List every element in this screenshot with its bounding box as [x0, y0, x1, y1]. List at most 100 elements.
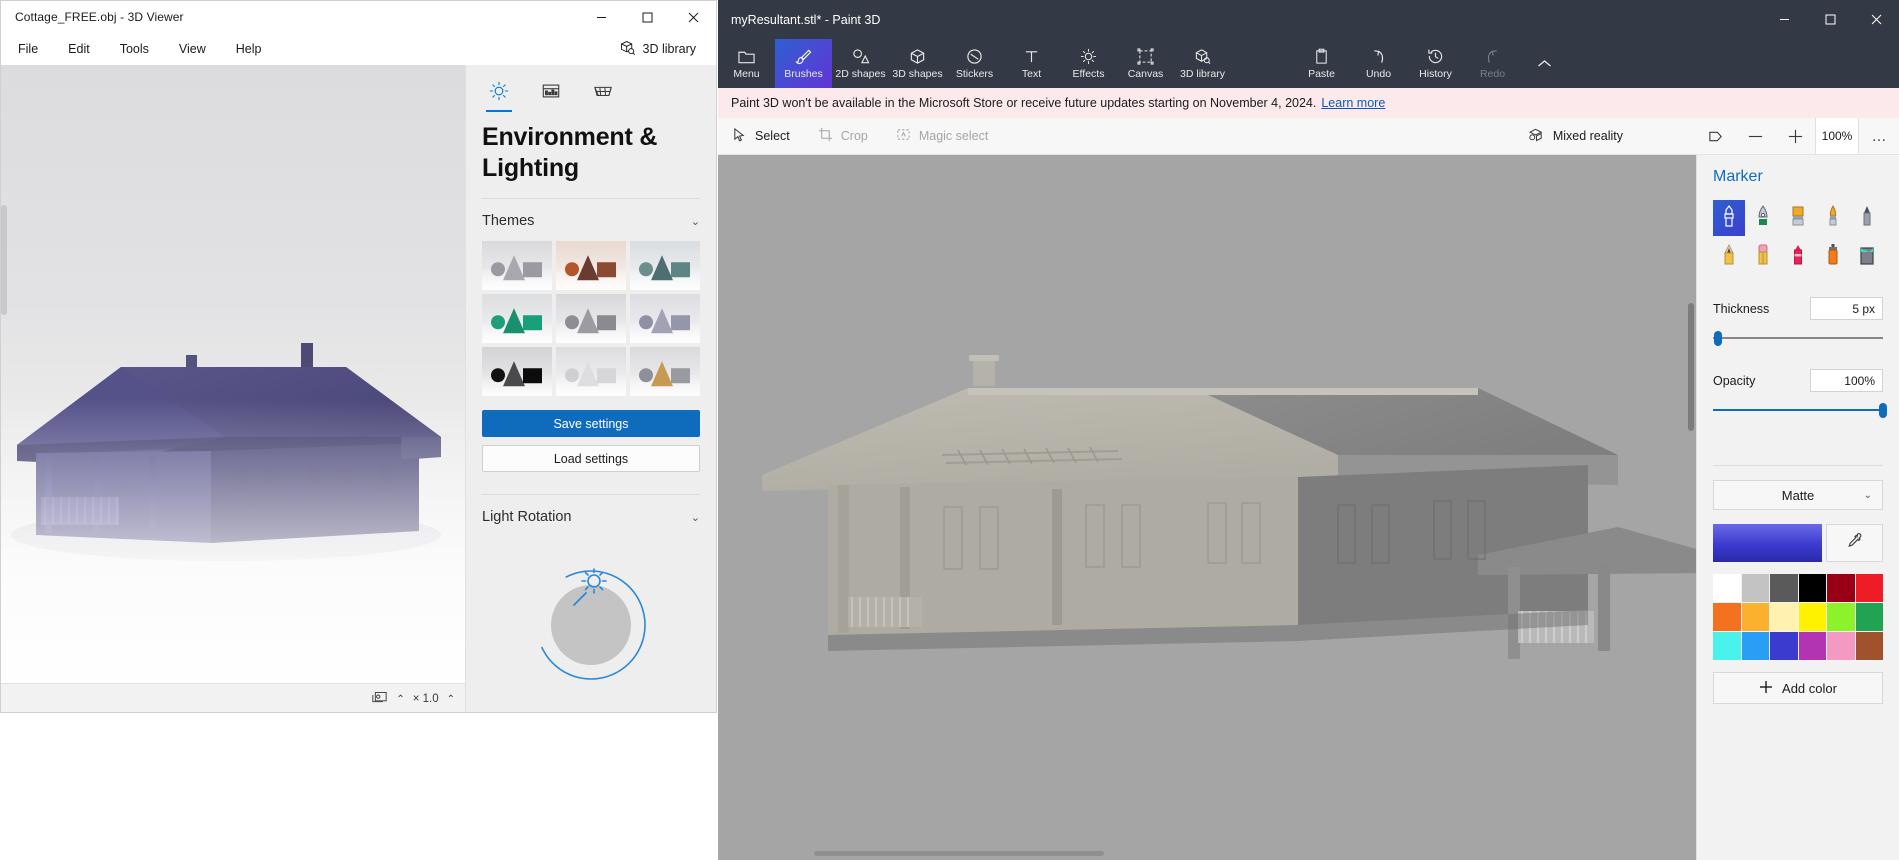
color-swatch-13[interactable] [1741, 632, 1769, 660]
theme-lavender[interactable] [630, 294, 700, 343]
thickness-value[interactable]: 5 px [1810, 297, 1883, 320]
viewer-close-button[interactable] [670, 1, 716, 33]
color-swatch-8[interactable] [1770, 603, 1798, 631]
history-button[interactable]: History [1407, 39, 1464, 88]
library3d-button[interactable]: 3D library [1174, 39, 1231, 88]
color-swatch-9[interactable] [1798, 603, 1826, 631]
canvas-vertical-scrollbar[interactable] [1688, 303, 1694, 431]
canvas-horizontal-scrollbar[interactable] [814, 851, 1104, 856]
theme-sunset[interactable] [556, 241, 626, 290]
load-settings-button[interactable]: Load settings [482, 445, 700, 472]
brushes-button[interactable]: Brushes [775, 39, 832, 88]
pixel-pen[interactable] [1851, 200, 1883, 236]
opacity-slider[interactable] [1713, 401, 1887, 419]
viewer-3d-library-button[interactable]: 3D library [609, 34, 707, 64]
speed-chevron[interactable]: ⌃ [447, 694, 455, 705]
effects-button[interactable]: Effects [1060, 39, 1117, 88]
thickness-slider[interactable] [1713, 329, 1883, 347]
pencil[interactable] [1713, 239, 1745, 275]
theme-dark[interactable] [482, 347, 552, 396]
color-swatch-6[interactable] [1713, 603, 1741, 631]
thickness-slider-thumb[interactable] [1714, 331, 1723, 346]
color-swatch-15[interactable] [1798, 632, 1826, 660]
mixed-reality-tool[interactable]: Mixed reality [1514, 118, 1637, 154]
color-swatch-0[interactable] [1713, 574, 1741, 602]
view-3d-icon[interactable] [1695, 118, 1735, 154]
menu-tools[interactable]: Tools [107, 37, 162, 61]
color-swatch-1[interactable] [1741, 574, 1769, 602]
calligraphy-pen[interactable] [1748, 200, 1780, 236]
zoom-in-button[interactable] [1775, 118, 1815, 154]
color-swatch-14[interactable] [1770, 632, 1798, 660]
banner-learn-more-link[interactable]: Learn more [1321, 96, 1385, 110]
marker-brush[interactable] [1713, 200, 1745, 236]
spray-can[interactable] [1817, 239, 1849, 275]
menu-view[interactable]: View [166, 37, 219, 61]
zoom-level-display[interactable]: 100% [1815, 118, 1859, 154]
viewer-minimize-button[interactable] [578, 1, 624, 33]
zoom-out-button[interactable] [1735, 118, 1775, 154]
material-dropdown[interactable]: Matte ⌄ [1713, 480, 1883, 510]
undo-button[interactable]: Undo [1350, 39, 1407, 88]
theme-gold[interactable] [630, 347, 700, 396]
watercolor-brush[interactable] [1817, 200, 1849, 236]
menu-edit[interactable]: Edit [55, 37, 103, 61]
color-swatch-2[interactable] [1770, 574, 1798, 602]
chevron-down-icon[interactable]: ⌄ [691, 215, 700, 228]
shapes3d-button[interactable]: 3D shapes [889, 39, 946, 88]
theme-neutral-grey[interactable] [556, 294, 626, 343]
viewer-maximize-button[interactable] [624, 1, 670, 33]
eyedropper-button[interactable] [1826, 524, 1883, 562]
fill-bucket[interactable] [1851, 239, 1883, 275]
color-swatch-10[interactable] [1827, 603, 1855, 631]
light-rotation-control[interactable] [466, 537, 716, 681]
color-swatch-17[interactable] [1855, 632, 1883, 660]
color-swatch-7[interactable] [1741, 603, 1769, 631]
theme-white[interactable] [556, 347, 626, 396]
menu-button[interactable]: Menu [718, 39, 775, 88]
paint-minimize-button[interactable] [1761, 0, 1807, 39]
color-swatch-3[interactable] [1798, 574, 1826, 602]
animation-chevron[interactable]: ⌃ [396, 694, 404, 705]
light-rotation-dial[interactable] [524, 547, 658, 681]
eraser[interactable] [1748, 239, 1780, 275]
color-swatch-4[interactable] [1827, 574, 1855, 602]
themes-section-header[interactable]: Themes ⌄ [466, 199, 716, 241]
more-options-button[interactable]: … [1859, 118, 1899, 154]
stickers-button[interactable]: Stickers [946, 39, 1003, 88]
text-button[interactable]: Text [1003, 39, 1060, 88]
light-rotation-section-header[interactable]: Light Rotation ⌄ [466, 495, 716, 537]
shapes2d-button[interactable]: 2D shapes [832, 39, 889, 88]
paint-maximize-button[interactable] [1807, 0, 1853, 39]
opacity-value[interactable]: 100% [1810, 369, 1883, 392]
color-swatch-5[interactable] [1855, 574, 1883, 602]
undo-button-label: Undo [1365, 68, 1392, 80]
menu-help[interactable]: Help [223, 37, 275, 61]
color-swatch-16[interactable] [1827, 632, 1855, 660]
chevron-down-icon-2[interactable]: ⌄ [691, 511, 700, 524]
menu-file[interactable]: File [5, 37, 51, 61]
crayon[interactable] [1782, 239, 1814, 275]
oil-brush[interactable] [1782, 200, 1814, 236]
current-color-swatch[interactable] [1713, 524, 1822, 562]
color-swatch-11[interactable] [1855, 603, 1883, 631]
viewer-3d-viewport[interactable] [1, 65, 465, 684]
paint-close-button[interactable] [1853, 0, 1899, 39]
toolbar-collapse-chevron-icon[interactable] [1521, 39, 1567, 88]
canvas-button[interactable]: Canvas [1117, 39, 1174, 88]
save-settings-button[interactable]: Save settings [482, 410, 700, 437]
paint-3d-canvas[interactable] [718, 155, 1696, 860]
color-swatch-12[interactable] [1713, 632, 1741, 660]
paste-button[interactable]: Paste [1293, 39, 1350, 88]
opacity-slider-thumb[interactable] [1879, 403, 1887, 418]
theme-grey-studio[interactable] [482, 241, 552, 290]
select-tool[interactable]: Select [718, 118, 804, 154]
theme-teal-studio[interactable] [630, 241, 700, 290]
theme-green[interactable] [482, 294, 552, 343]
tab-lighting[interactable] [482, 81, 516, 112]
menu-button-label: Menu [733, 68, 760, 80]
tab-wireframe[interactable] [586, 81, 620, 112]
add-color-button[interactable]: Add color [1713, 672, 1883, 704]
tab-visual-effects[interactable] [534, 81, 568, 112]
animation-icon[interactable] [371, 690, 388, 708]
